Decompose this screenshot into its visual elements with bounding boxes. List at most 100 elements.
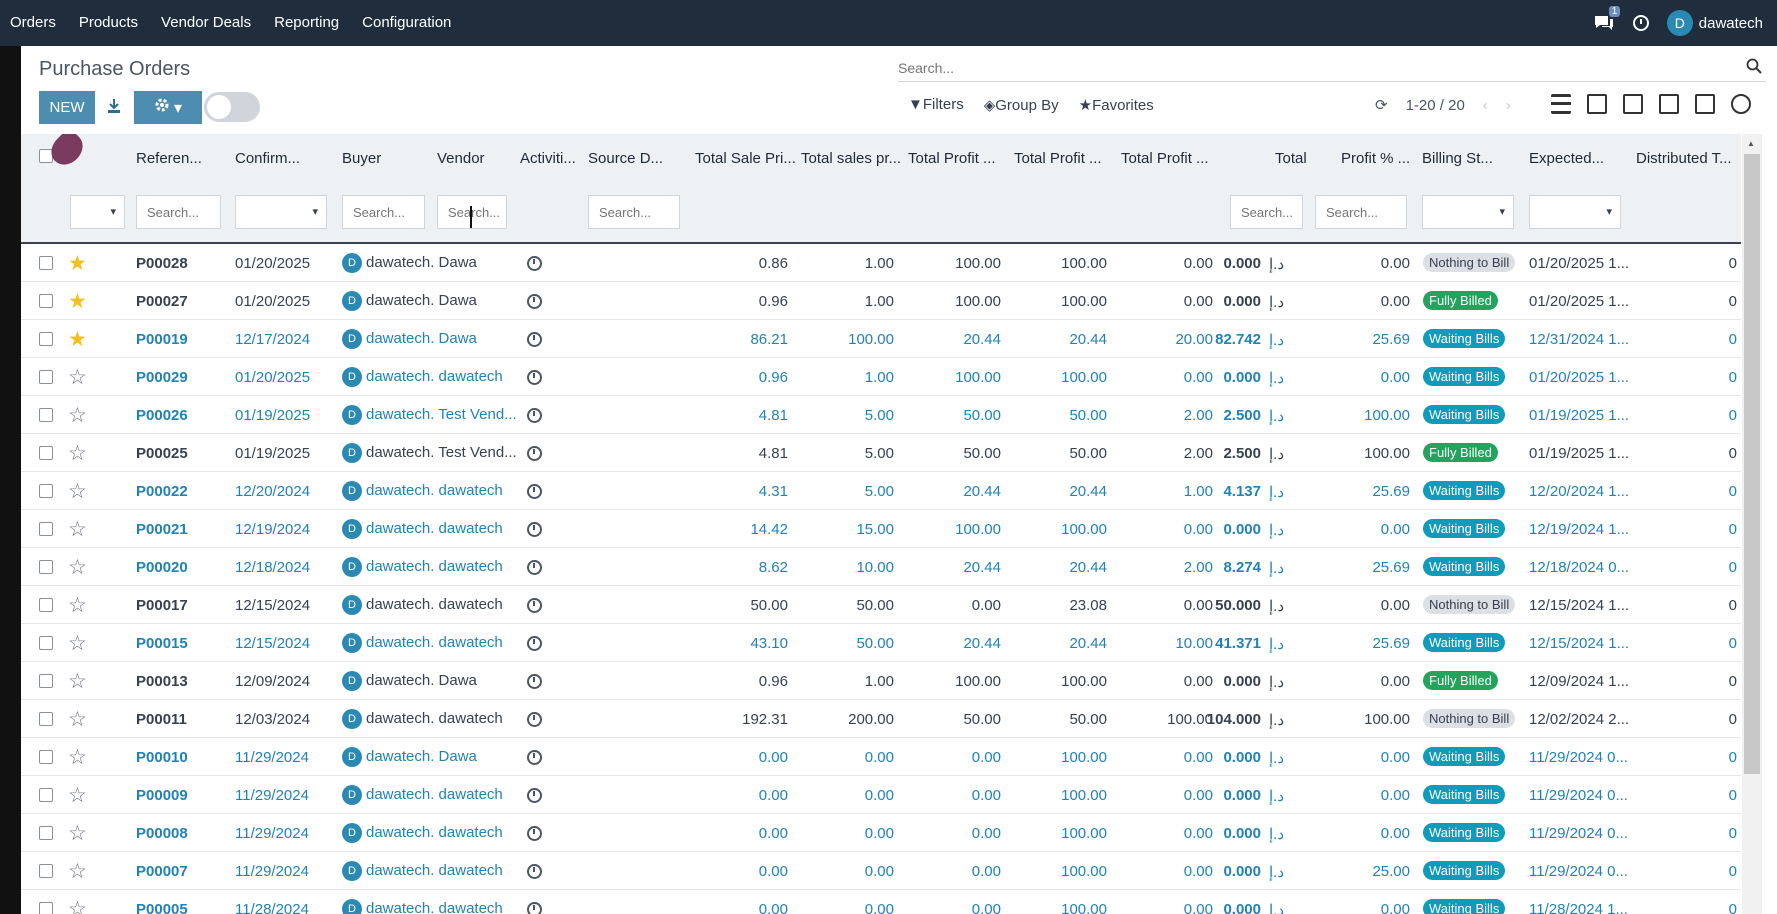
activity-clock-icon[interactable] (527, 294, 542, 309)
row-checkbox[interactable] (39, 522, 53, 536)
star-outline-icon[interactable]: ☆ (68, 365, 87, 390)
filter-date-select[interactable] (235, 195, 327, 229)
row-checkbox[interactable] (39, 674, 53, 688)
menu-vendor-deals[interactable]: Vendor Deals (151, 0, 264, 46)
col-total-sales-price[interactable]: Total sales pr... (801, 150, 901, 167)
filter-reference[interactable] (136, 195, 221, 229)
menu-configuration[interactable]: Configuration (352, 0, 464, 46)
list-view-icon[interactable] (1551, 94, 1571, 114)
row-checkbox[interactable] (39, 446, 53, 460)
user-menu[interactable]: D dawatech (1666, 10, 1763, 36)
activity-clock-icon[interactable] (527, 522, 542, 537)
table-row[interactable]: ★ P00027 01/20/2025 Ddawatech. Dawa 0.96 1.00… (21, 282, 1741, 320)
col-profit-percent[interactable]: Profit % ... (1341, 150, 1410, 167)
filter-expected-select[interactable] (1529, 195, 1621, 229)
table-row[interactable]: ☆ P00009 11/29/2024 Ddawatech. dawatech 0.00… (21, 776, 1741, 814)
star-outline-icon[interactable]: ☆ (68, 745, 87, 770)
table-row[interactable]: ☆ P00026 01/19/2025 Ddawatech. Test Vend...… (21, 396, 1741, 434)
star-outline-icon[interactable]: ☆ (68, 859, 87, 884)
graph-view-icon[interactable] (1659, 94, 1679, 114)
col-confirmation-date[interactable]: Confirm... (235, 150, 300, 167)
table-row[interactable]: ☆ P00013 12/09/2024 Ddawatech. Dawa 0.96 1.00… (21, 662, 1741, 700)
star-outline-icon[interactable]: ☆ (68, 441, 87, 466)
col-buyer[interactable]: Buyer (342, 150, 381, 167)
menu-reporting[interactable]: Reporting (264, 0, 352, 46)
col-total-profit-3[interactable]: Total Profit ... (1121, 150, 1209, 167)
col-distributed[interactable]: Distributed T... (1636, 150, 1732, 167)
star-outline-icon[interactable]: ☆ (68, 517, 87, 542)
star-outline-icon[interactable]: ☆ (68, 707, 87, 732)
activity-clock-icon[interactable] (527, 370, 542, 385)
col-billing-status[interactable]: Billing St... (1422, 150, 1493, 167)
table-row[interactable]: ☆ P00021 12/19/2024 Ddawatech. dawatech 14.4… (21, 510, 1741, 548)
table-row[interactable]: ★ P00019 12/17/2024 Ddawatech. Dawa 86.21 100… (21, 320, 1741, 358)
search-input[interactable] (898, 59, 1718, 76)
calendar-view-icon[interactable] (1695, 94, 1715, 114)
activity-clock-icon[interactable] (527, 788, 542, 803)
activity-clock-icon[interactable] (527, 446, 542, 461)
row-checkbox[interactable] (39, 826, 53, 840)
favorites-button[interactable]: ★Favorites (1079, 96, 1154, 114)
filter-total[interactable] (1230, 195, 1303, 229)
pivot-view-icon[interactable] (1623, 94, 1643, 114)
col-reference[interactable]: Referen... (136, 150, 202, 167)
search-icon[interactable] (1746, 58, 1762, 77)
row-checkbox[interactable] (39, 864, 53, 878)
filter-billing-select[interactable] (1422, 195, 1514, 229)
activity-clock-icon[interactable] (527, 332, 542, 347)
activity-clock-icon[interactable] (527, 408, 542, 423)
table-row[interactable]: ☆ P00015 12/15/2024 Ddawatech. dawatech 43.1… (21, 624, 1741, 662)
activity-clock-icon[interactable] (527, 560, 542, 575)
row-checkbox[interactable] (39, 902, 53, 914)
row-checkbox[interactable] (39, 788, 53, 802)
col-expected[interactable]: Expected... (1529, 150, 1604, 167)
col-total-sale-price[interactable]: Total Sale Pri... (695, 150, 796, 167)
filter-source-document[interactable] (588, 195, 680, 229)
col-total-profit-2[interactable]: Total Profit ... (1014, 150, 1102, 167)
row-checkbox[interactable] (39, 370, 53, 384)
table-row[interactable]: ☆ P00007 11/29/2024 Ddawatech. dawatech 0.00… (21, 852, 1741, 890)
refresh-icon[interactable]: ⟳ (1375, 96, 1388, 114)
filter-vendor[interactable] (437, 195, 507, 229)
filter-profit-percent[interactable] (1315, 195, 1407, 229)
kanban-view-icon[interactable] (1587, 94, 1607, 114)
filter-select-1[interactable] (70, 195, 125, 229)
vertical-scrollbar[interactable]: ▲ (1742, 134, 1762, 914)
toggle-switch[interactable] (204, 92, 260, 122)
pager-next-icon[interactable]: › (1506, 97, 1511, 114)
star-outline-icon[interactable]: ☆ (68, 631, 87, 656)
star-outline-icon[interactable]: ☆ (68, 555, 87, 580)
table-row[interactable]: ☆ P00025 01/19/2025 Ddawatech. Test Vend...… (21, 434, 1741, 472)
col-activities[interactable]: Activiti... (520, 150, 576, 167)
chat-icon[interactable]: 1 (1593, 6, 1621, 32)
star-outline-icon[interactable]: ☆ (68, 593, 87, 618)
filters-button[interactable]: ▼Filters (908, 96, 964, 114)
col-source-document[interactable]: Source D... (588, 150, 663, 167)
row-checkbox[interactable] (39, 332, 53, 346)
activity-view-icon[interactable] (1731, 94, 1751, 114)
activity-clock-icon[interactable] (527, 750, 542, 765)
star-outline-icon[interactable]: ☆ (68, 821, 87, 846)
table-row[interactable]: ☆ P00010 11/29/2024 Ddawatech. Dawa 0.00 0.00… (21, 738, 1741, 776)
col-total-profit-1[interactable]: Total Profit ... (908, 150, 996, 167)
activity-clock-icon[interactable] (527, 484, 542, 499)
pager-previous-icon[interactable]: ‹ (1483, 97, 1488, 114)
star-outline-icon[interactable]: ☆ (68, 403, 87, 428)
activity-clock-icon[interactable] (527, 256, 542, 271)
menu-orders[interactable]: Orders (0, 0, 69, 46)
table-row[interactable]: ☆ P00017 12/15/2024 Ddawatech. dawatech 50.0… (21, 586, 1741, 624)
menu-products[interactable]: Products (69, 0, 151, 46)
row-checkbox[interactable] (39, 560, 53, 574)
star-filled-icon[interactable]: ★ (68, 289, 87, 314)
col-vendor[interactable]: Vendor (437, 150, 485, 167)
star-filled-icon[interactable]: ★ (68, 327, 87, 352)
activity-clock-icon[interactable] (527, 864, 542, 879)
activity-clock-icon[interactable] (527, 636, 542, 651)
new-button[interactable]: NEW (39, 91, 95, 124)
activity-clock-icon[interactable] (527, 712, 542, 727)
star-filled-icon[interactable]: ★ (68, 251, 87, 276)
row-checkbox[interactable] (39, 256, 53, 270)
download-icon[interactable] (105, 98, 123, 116)
table-row[interactable]: ☆ P00005 11/28/2024 Ddawatech. dawatech 0.00… (21, 890, 1741, 914)
group-by-button[interactable]: ◈Group By (984, 96, 1059, 114)
